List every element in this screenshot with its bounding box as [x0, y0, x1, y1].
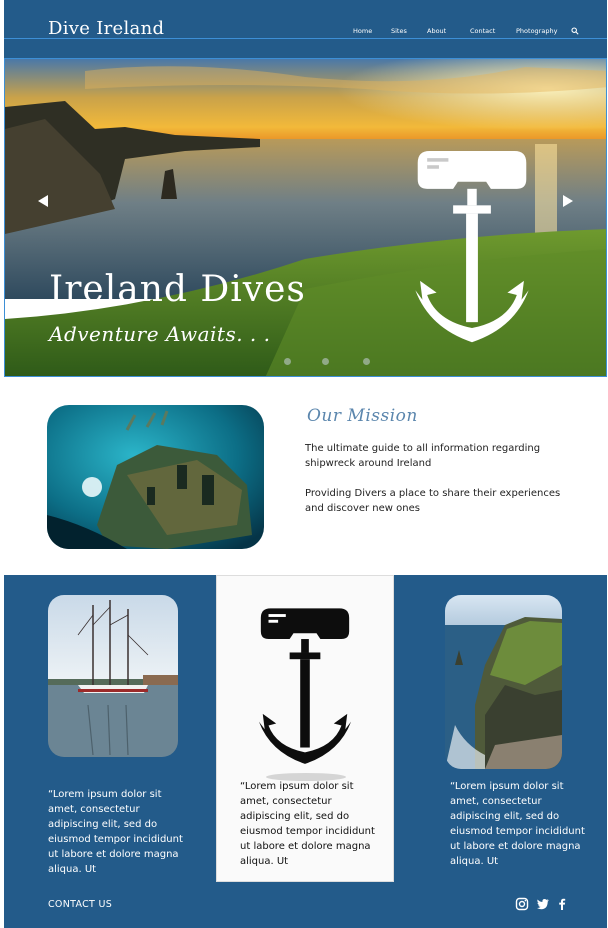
- slide-dot-3[interactable]: [363, 358, 370, 365]
- main-nav: Home Sites About Contact Photography: [4, 27, 607, 41]
- mission-title: Our Mission: [307, 406, 418, 426]
- twitter-icon[interactable]: [536, 897, 550, 911]
- facebook-icon[interactable]: [555, 897, 569, 911]
- nav-sites[interactable]: Sites: [391, 27, 407, 35]
- site-header: Dive Ireland Home Sites About Contact Ph…: [4, 0, 607, 58]
- next-slide-arrow-icon[interactable]: [561, 193, 575, 209]
- nav-about[interactable]: About: [427, 27, 446, 35]
- dive-anchor-logo-icon: [415, 151, 529, 343]
- tall-ship-photo: [48, 595, 178, 757]
- card-text-center: “Lorem ipsum dolor sit amet, consectetur…: [240, 781, 375, 867]
- instagram-icon[interactable]: [515, 897, 529, 911]
- slide-indicators: [5, 358, 606, 368]
- mission-paragraph-2: Providing Divers a place to share their …: [305, 488, 561, 514]
- cliff-coast-photo: [445, 595, 562, 769]
- shipwreck-photo: [47, 405, 264, 549]
- slide-dot-2[interactable]: [322, 358, 329, 365]
- previous-slide-arrow-icon[interactable]: [36, 193, 50, 209]
- card-text-right: “Lorem ipsum dolor sit amet, consectetur…: [450, 781, 585, 867]
- contact-us-link[interactable]: CONTACT US: [48, 899, 112, 910]
- hero-slideshow: Ireland Dives Adventure Awaits. . .: [4, 58, 607, 377]
- nav-home[interactable]: Home: [353, 27, 372, 35]
- mission-paragraph-1: The ultimate guide to all information re…: [305, 443, 541, 469]
- card-text-left: “Lorem ipsum dolor sit amet, consectetur…: [48, 789, 183, 875]
- hero-title: Ireland Dives: [49, 269, 306, 310]
- nav-contact[interactable]: Contact: [470, 27, 495, 35]
- nav-photography[interactable]: Photography: [516, 27, 557, 35]
- slide-dot-1[interactable]: [284, 358, 291, 365]
- hero-subtitle: Adventure Awaits. . .: [49, 322, 271, 346]
- anchor-dive-mask-icon: [258, 608, 352, 764]
- search-icon[interactable]: [571, 27, 579, 35]
